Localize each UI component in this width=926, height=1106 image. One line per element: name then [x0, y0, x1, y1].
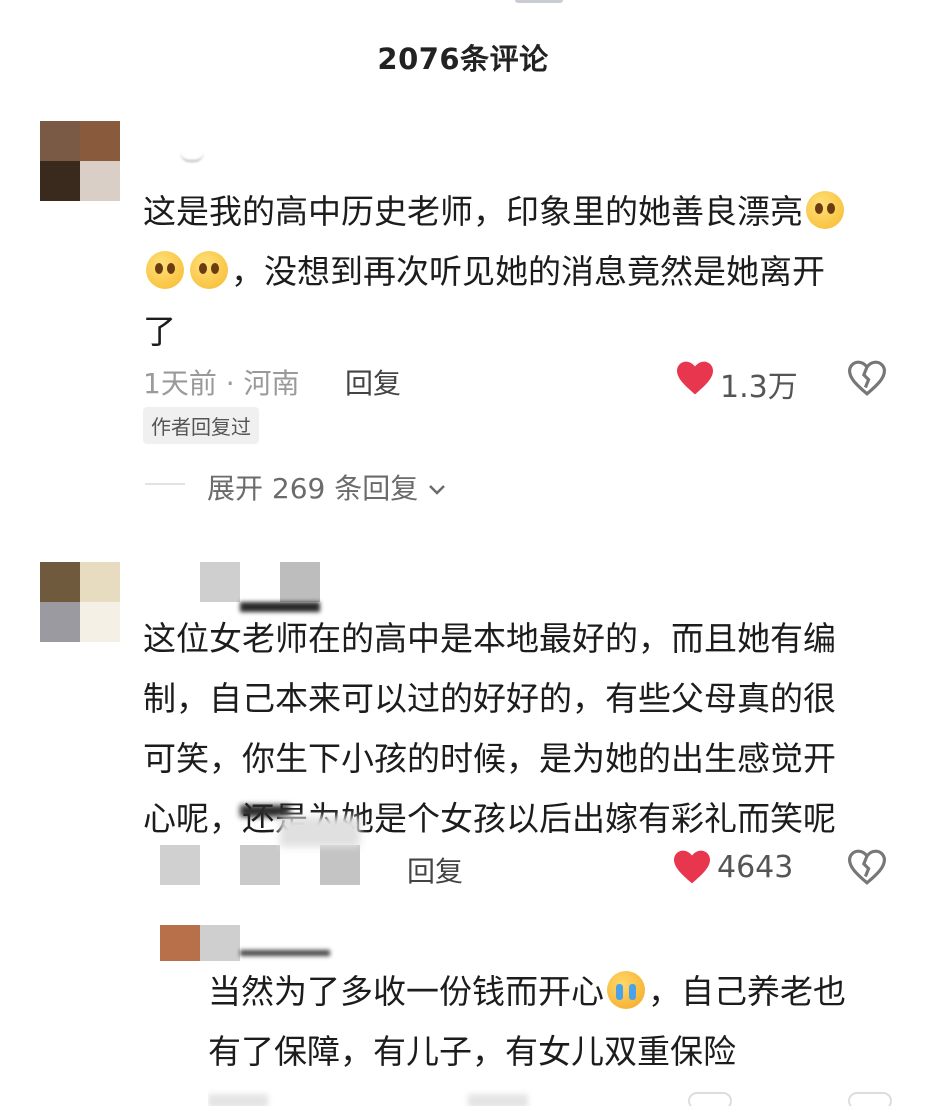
username-redacted[interactable] — [200, 562, 320, 612]
crying-face-icon — [607, 971, 645, 1009]
reply-button[interactable]: 回复 — [407, 850, 463, 890]
username-redacted[interactable] — [240, 950, 330, 956]
username-redacted[interactable] — [180, 150, 204, 162]
top-handle — [515, 0, 563, 3]
mosaic-redaction — [160, 805, 370, 885]
expand-divider — [145, 483, 185, 485]
avatar[interactable] — [40, 562, 120, 642]
heart-icon[interactable] — [675, 360, 715, 396]
pleading-face-icon — [806, 191, 844, 229]
heart-icon[interactable] — [672, 849, 712, 885]
expand-replies-label: 展开 269 条回复 — [207, 472, 419, 505]
avatar[interactable] — [160, 925, 240, 961]
pleading-face-icon — [146, 251, 184, 289]
comment-count-title: 2076条评论 — [377, 42, 549, 76]
sub-reply-text: 当然为了多收一份钱而开心 ，自己养老也 有了保障，有儿子，有女儿双重保险 — [208, 971, 846, 1071]
pleading-face-icon — [190, 251, 228, 289]
like-count: 1.3万 — [720, 370, 798, 405]
reply-button[interactable]: 回复 — [345, 362, 401, 402]
like-count: 4643 — [717, 850, 794, 885]
broken-heart-icon[interactable] — [848, 360, 886, 396]
comment-meta: 1天前 · 河南 — [143, 367, 300, 400]
next-row-partial — [208, 1086, 908, 1106]
expand-replies-button[interactable]: 展开 269 条回复 — [207, 467, 447, 507]
avatar[interactable] — [40, 121, 120, 201]
broken-heart-icon[interactable] — [848, 849, 886, 885]
author-replied-badge: 作者回复过 — [143, 407, 259, 444]
comment-text: 这是我的高中历史老师，印象里的她善良漂亮 ，没想到再次听见她的消息竟然是她离开 … — [143, 182, 903, 362]
chevron-down-icon — [429, 485, 446, 495]
